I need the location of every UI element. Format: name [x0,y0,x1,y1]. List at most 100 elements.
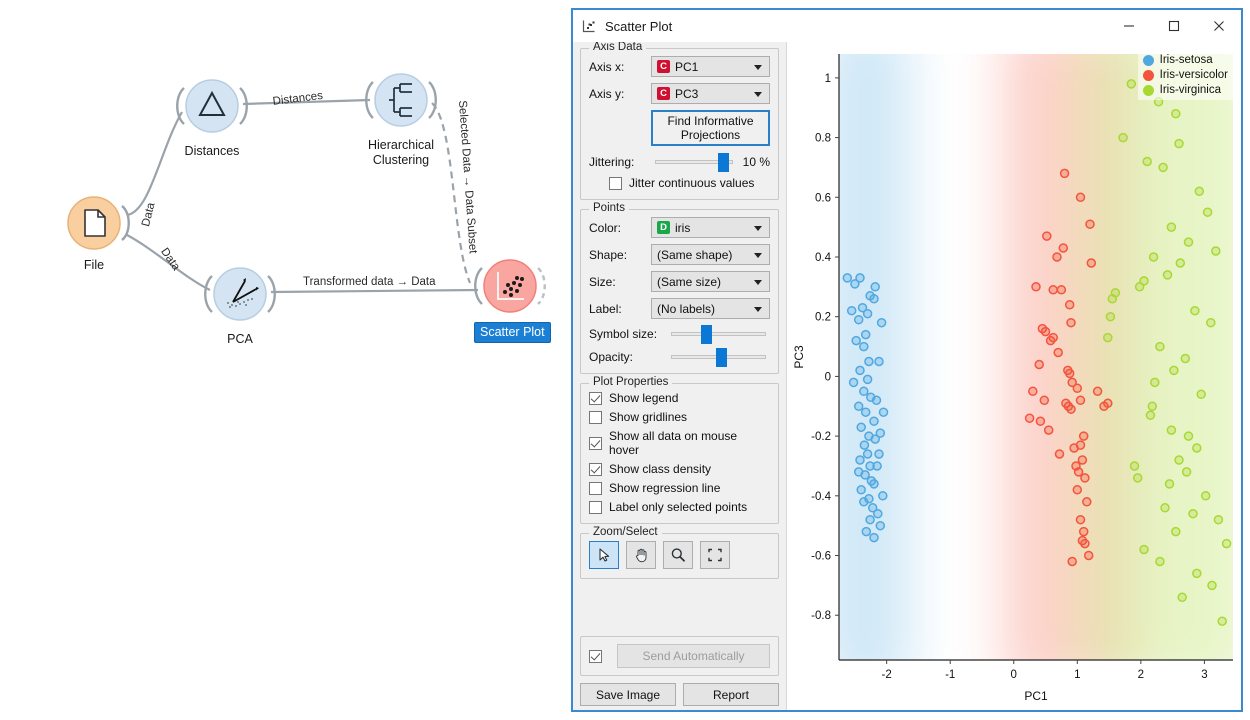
label-combobox[interactable]: (No labels) [651,298,770,319]
axis-y-row: Axis y: C PC3 [589,83,770,104]
plot-property-label: Label only selected points [609,500,748,514]
continuous-var-icon: C [657,87,670,100]
node-label-scatter-plot[interactable]: Scatter Plot [474,322,551,343]
node-scatter-plot [474,259,546,313]
plot-properties-title: Plot Properties [589,376,673,388]
axis-x-label: Axis x: [589,59,625,74]
plot-property-label: Show gridlines [609,410,688,424]
node-label-distances[interactable]: Distances [162,144,262,159]
axis-y-label: Axis y: [589,86,625,101]
legend-color-icon [1142,84,1154,96]
find-informative-projections-button[interactable]: Find Informative Projections [651,110,770,146]
reset-zoom-tool[interactable] [700,541,730,569]
zoom-tool[interactable] [663,541,693,569]
jitter-continuous-label: Jitter continuous values [629,176,755,190]
axis-x-row: Axis x: C PC1 [589,56,770,77]
discrete-var-icon: D [657,221,670,234]
shape-value: (Same shape) [657,247,733,262]
opacity-slider[interactable] [671,348,766,367]
axis-y-combobox[interactable]: C PC3 [651,83,770,104]
plot-property-label: Show all data on mouse hover [609,429,738,457]
svg-text:-2: -2 [882,669,892,681]
report-button[interactable]: Report [683,683,779,706]
symbol-size-label: Symbol size: [589,327,658,341]
legend-item[interactable]: Iris-virginica [1142,84,1228,96]
opacity-label: Opacity: [589,350,634,364]
window-title: Scatter Plot [605,18,673,34]
node-hierarchical-clustering [365,73,437,127]
scatter-plot-icon [582,19,597,34]
minimize-button[interactable] [1106,11,1151,42]
legend-label: Iris-versicolor [1159,69,1228,81]
workflow-links [67,73,546,321]
close-button[interactable] [1196,11,1241,42]
svg-text:0: 0 [825,371,831,383]
link-label-transformed-data: Transformed data → Data [303,276,436,288]
size-value: (Same size) [657,274,722,289]
shape-label: Shape: [589,247,628,262]
node-file [67,196,130,250]
legend-color-icon [1142,69,1154,81]
send-automatically-button[interactable]: Send Automatically [617,644,770,668]
plot-property-checkbox[interactable] [589,462,602,476]
axis-x-combobox[interactable]: C PC1 [651,56,770,77]
zoom-select-group: Zoom/Select [580,526,779,579]
scatter-plot-chart[interactable]: -0.8 -0.6 -0.4 -0.2 0 0.2 0.4 0.6 0.8 1 -2 -1 0 1 2 3 PC… [786,42,1241,710]
svg-text:0.2: 0.2 [815,312,831,324]
svg-text:0.6: 0.6 [815,192,831,204]
legend-item[interactable]: Iris-setosa [1142,54,1228,66]
node-label-pca[interactable]: PCA [200,332,280,347]
plot-property-row[interactable]: Show legend [589,391,770,405]
chevron-down-icon [754,252,762,258]
shape-combobox[interactable]: (Same shape) [651,244,770,265]
size-label: Size: [589,274,616,289]
color-combobox[interactable]: D iris [651,217,770,238]
cursor-arrow-icon [598,547,609,562]
color-row: Color: D iris [589,217,770,238]
window-titlebar[interactable]: Scatter Plot [573,10,1241,42]
plot-property-row[interactable]: Show gridlines [589,410,770,424]
plot-svg: -0.8 -0.6 -0.4 -0.2 0 0.2 0.4 0.6 0.8 1 -2 -1 0 1 2 3 PC… [792,54,1233,703]
plot-property-checkbox[interactable] [589,391,602,405]
jitter-continuous-checkbox[interactable] [609,176,622,190]
plot-property-row[interactable]: Show class density [589,462,770,476]
plot-property-row[interactable]: Show all data on mouse hover [589,429,770,457]
points-title: Points [589,202,629,214]
save-image-button[interactable]: Save Image [580,683,676,706]
jitter-continuous-row[interactable]: Jitter continuous values [609,176,770,190]
plot-property-label: Show regression line [609,481,721,495]
maximize-button[interactable] [1151,11,1196,42]
node-label-hierarchical-clustering[interactable]: Hierarchical Clustering [341,138,461,168]
workflow-canvas[interactable]: File Distances Hierarchical Clustering P… [0,0,566,720]
select-arrow-tool[interactable] [589,541,619,569]
size-combobox[interactable]: (Same size) [651,271,770,292]
legend-label: Iris-setosa [1159,54,1213,66]
pan-tool[interactable] [626,541,656,569]
axis-data-group: Axis Data Axis x: C PC1 Axis y: C PC3 Fi… [580,42,779,200]
legend-color-icon [1142,54,1154,66]
node-label-file[interactable]: File [54,258,134,273]
svg-text:1: 1 [825,73,831,85]
node-distances [176,79,248,133]
scatter-plot-window: Scatter Plot Axis Data Axis x: C PC1 Axi… [571,8,1243,712]
jittering-slider[interactable] [655,153,733,172]
legend-item[interactable]: Iris-versicolor [1142,69,1228,81]
svg-text:2: 2 [1138,669,1144,681]
plot-property-checkbox[interactable] [589,500,602,514]
plot-property-row[interactable]: Label only selected points [589,500,770,514]
jittering-label: Jittering: [589,155,635,169]
plot-property-checkbox[interactable] [589,436,602,450]
symbol-size-slider[interactable] [671,325,766,344]
svg-text:-0.6: -0.6 [811,551,831,563]
plot-property-checkbox[interactable] [589,410,602,424]
send-automatically-checkbox[interactable] [589,649,602,663]
chart-legend[interactable]: Iris-setosa Iris-versicolor Iris-virginica [1137,50,1235,100]
svg-text:0.8: 0.8 [815,133,831,145]
axis-data-title: Axis Data [589,42,647,53]
chevron-down-icon [754,306,762,312]
plot-property-checkbox[interactable] [589,481,602,495]
chevron-down-icon [754,225,762,231]
plot-property-row[interactable]: Show regression line [589,481,770,495]
zoom-select-title: Zoom/Select [589,526,662,538]
svg-text:-0.2: -0.2 [811,431,831,443]
